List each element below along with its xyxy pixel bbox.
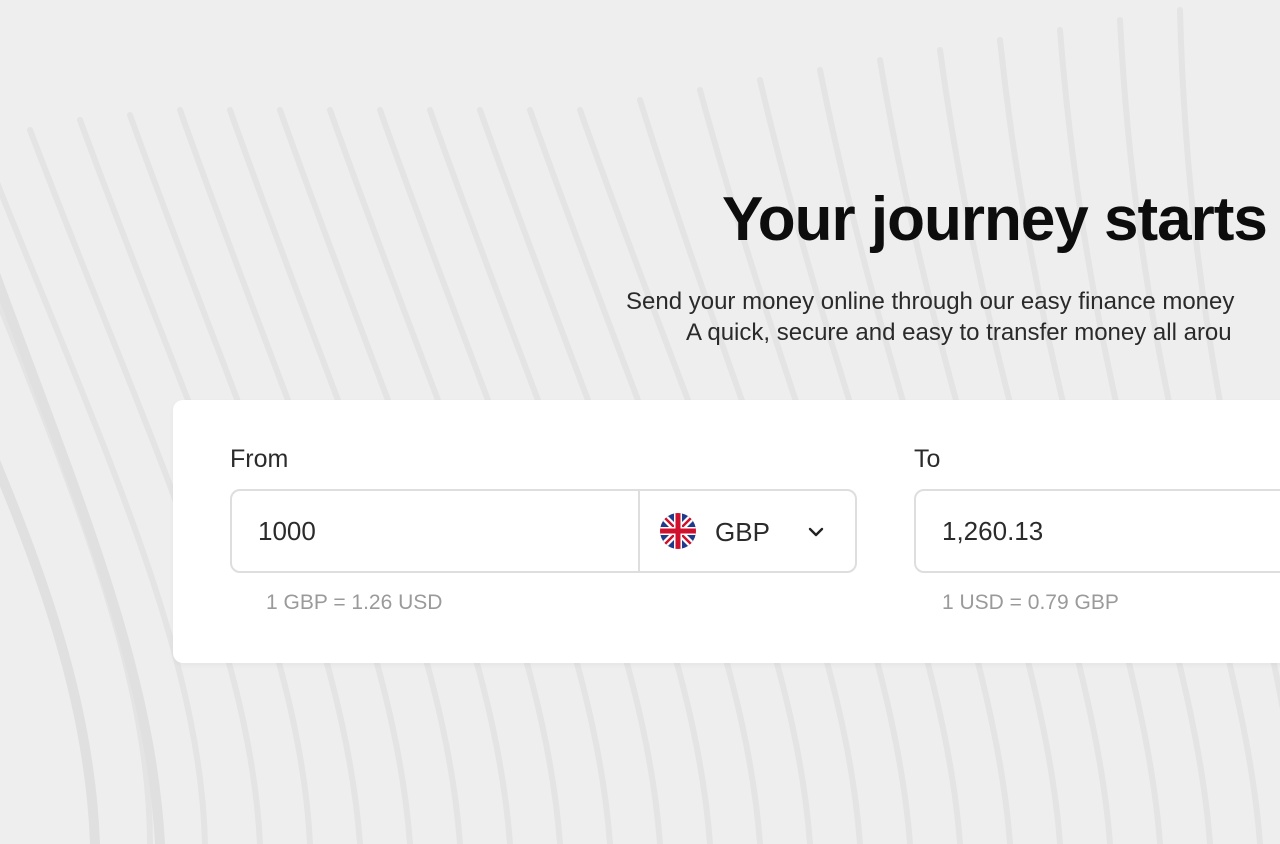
from-currency-select[interactable]: GBP — [638, 491, 855, 571]
from-label: From — [230, 445, 289, 473]
uk-flag-icon — [660, 513, 696, 549]
hero-subtitle-line-2: A quick, secure and easy to transfer mon… — [686, 319, 1232, 346]
currency-converter-card: From GB — [173, 400, 1280, 663]
to-label: To — [914, 445, 941, 473]
from-rate-note: 1 GBP = 1.26 USD — [266, 591, 443, 614]
hero-subtitle-line-1: Send your money online through our easy … — [626, 288, 1235, 315]
from-currency-code: GBP — [715, 517, 770, 547]
to-input-group — [914, 489, 1280, 573]
from-amount-input[interactable] — [258, 491, 618, 571]
hero-headline: Your journey starts h — [722, 185, 1280, 254]
to-amount-input[interactable] — [942, 491, 1280, 571]
page: Your journey starts h Send your money on… — [0, 0, 1280, 844]
to-rate-note: 1 USD = 0.79 GBP — [942, 591, 1119, 614]
from-input-group: GBP — [230, 489, 857, 573]
chevron-down-icon — [808, 527, 824, 537]
